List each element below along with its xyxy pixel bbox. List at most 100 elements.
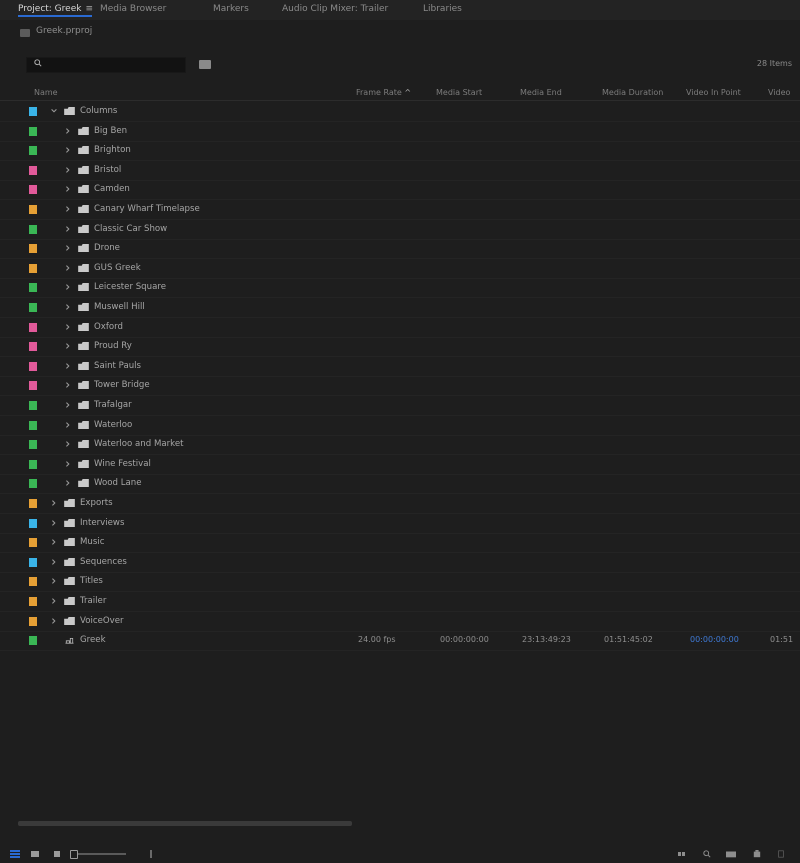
folder-row[interactable]: Waterloo and Market	[0, 435, 800, 456]
new-bin-from-search-icon[interactable]	[199, 60, 211, 69]
chevron-right-icon[interactable]	[50, 498, 58, 508]
sequence-row[interactable]: Greek 24.00 fps 00:00:00:00 23:13:49:23 01:5…	[0, 631, 800, 652]
label-color-swatch[interactable]	[29, 459, 37, 469]
folder-row[interactable]: Drone	[0, 239, 800, 260]
label-color-swatch[interactable]	[29, 479, 37, 489]
label-color-swatch[interactable]	[29, 283, 37, 293]
folder-row[interactable]: GUS Greek	[0, 259, 800, 279]
zoom-slider-track[interactable]	[74, 853, 126, 855]
folder-row[interactable]: VoiceOver	[0, 612, 800, 632]
column-video[interactable]: Video	[768, 88, 790, 97]
label-color-swatch[interactable]	[29, 263, 37, 273]
chevron-right-icon[interactable]	[64, 204, 72, 214]
label-color-swatch[interactable]	[29, 577, 37, 587]
label-color-swatch[interactable]	[29, 303, 37, 312]
label-color-swatch[interactable]	[29, 499, 37, 508]
folder-row[interactable]: Music	[0, 533, 800, 554]
search-input[interactable]	[26, 57, 186, 73]
label-color-swatch[interactable]	[29, 597, 37, 606]
label-color-swatch[interactable]	[29, 322, 37, 332]
folder-row[interactable]: Tower Bridge	[0, 376, 800, 397]
label-color-swatch[interactable]	[29, 205, 37, 214]
tab-audio-clip-mixer[interactable]: Audio Clip Mixer: Trailer	[282, 0, 388, 18]
label-color-swatch[interactable]	[29, 636, 37, 646]
folder-row[interactable]: Wood Lane	[0, 474, 800, 495]
tab-libraries[interactable]: Libraries	[423, 0, 462, 18]
folder-row[interactable]: Trafalgar	[0, 396, 800, 416]
label-color-swatch[interactable]	[29, 244, 37, 254]
chevron-right-icon[interactable]	[64, 420, 72, 430]
folder-row[interactable]: Oxford	[0, 318, 800, 338]
sort-icons-icon[interactable]	[146, 850, 156, 858]
folder-row[interactable]: Camden	[0, 180, 800, 201]
folder-row[interactable]: Titles	[0, 572, 800, 593]
chevron-right-icon[interactable]	[64, 165, 72, 175]
new-bin-icon[interactable]	[726, 850, 736, 858]
column-frame-rate[interactable]: Frame Rate ^	[356, 88, 411, 97]
folder-row[interactable]: Wine Festival	[0, 455, 800, 475]
label-color-swatch[interactable]	[29, 518, 37, 528]
horizontal-scrollbar[interactable]	[18, 821, 352, 826]
chevron-right-icon[interactable]	[64, 380, 72, 390]
folder-row[interactable]: Canary Wharf Timelapse	[0, 200, 800, 220]
chevron-right-icon[interactable]	[64, 126, 72, 136]
folder-row[interactable]: Brighton	[0, 141, 800, 162]
chevron-right-icon[interactable]	[64, 439, 72, 449]
zoom-slider-handle[interactable]	[70, 850, 78, 859]
folder-row[interactable]: Columns	[0, 102, 800, 122]
column-media-end[interactable]: Media End	[520, 88, 562, 97]
chevron-right-icon[interactable]	[64, 224, 72, 234]
list-view-icon[interactable]	[10, 850, 20, 858]
label-color-swatch[interactable]	[29, 342, 37, 352]
folder-row[interactable]: Exports	[0, 494, 800, 514]
tab-markers[interactable]: Markers	[213, 0, 249, 18]
chevron-right-icon[interactable]	[64, 459, 72, 469]
column-media-duration[interactable]: Media Duration	[602, 88, 663, 97]
chevron-right-icon[interactable]	[64, 184, 72, 194]
folder-row[interactable]: Sequences	[0, 553, 800, 573]
chevron-down-icon[interactable]	[50, 106, 58, 116]
folder-row[interactable]: Proud Ry	[0, 337, 800, 358]
folder-row[interactable]: Waterloo	[0, 416, 800, 436]
chevron-right-icon[interactable]	[50, 557, 58, 567]
clear-icon[interactable]	[776, 850, 786, 858]
folder-row[interactable]: Leicester Square	[0, 278, 800, 299]
label-color-swatch[interactable]	[29, 381, 37, 391]
tab-media-browser[interactable]: Media Browser	[100, 0, 166, 18]
freeform-view-icon[interactable]	[52, 850, 62, 858]
folder-row[interactable]: Saint Pauls	[0, 357, 800, 377]
chevron-right-icon[interactable]	[50, 616, 58, 626]
label-color-swatch[interactable]	[29, 440, 37, 450]
folder-row[interactable]: Interviews	[0, 514, 800, 534]
column-name[interactable]: Name	[34, 88, 58, 97]
chevron-right-icon[interactable]	[50, 596, 58, 606]
chevron-right-icon[interactable]	[64, 263, 72, 273]
chevron-right-icon[interactable]	[50, 537, 58, 547]
label-color-swatch[interactable]	[29, 361, 37, 371]
chevron-right-icon[interactable]	[64, 282, 72, 292]
new-item-icon[interactable]	[752, 850, 762, 858]
chevron-right-icon[interactable]	[50, 576, 58, 586]
label-color-swatch[interactable]	[29, 557, 37, 567]
automate-to-sequence-icon[interactable]	[678, 850, 688, 858]
label-color-swatch[interactable]	[29, 165, 37, 175]
chevron-right-icon[interactable]	[64, 341, 72, 351]
label-color-swatch[interactable]	[29, 107, 37, 116]
folder-row[interactable]: Classic Car Show	[0, 220, 800, 240]
folder-row[interactable]: Big Ben	[0, 122, 800, 142]
folder-row[interactable]: Trailer	[0, 592, 800, 612]
chevron-right-icon[interactable]	[50, 518, 58, 528]
label-color-swatch[interactable]	[29, 538, 37, 548]
video-in-point-value[interactable]: 00:00:00:00	[690, 635, 739, 644]
chevron-right-icon[interactable]	[64, 145, 72, 155]
chevron-right-icon[interactable]	[64, 400, 72, 410]
label-color-swatch[interactable]	[29, 420, 37, 430]
chevron-right-icon[interactable]	[64, 478, 72, 488]
folder-row[interactable]: Bristol	[0, 161, 800, 181]
find-icon[interactable]	[702, 850, 712, 858]
chevron-right-icon[interactable]	[64, 361, 72, 371]
label-color-swatch[interactable]	[29, 126, 37, 136]
label-color-swatch[interactable]	[29, 401, 37, 410]
folder-row[interactable]: Muswell Hill	[0, 298, 800, 318]
label-color-swatch[interactable]	[29, 146, 37, 156]
